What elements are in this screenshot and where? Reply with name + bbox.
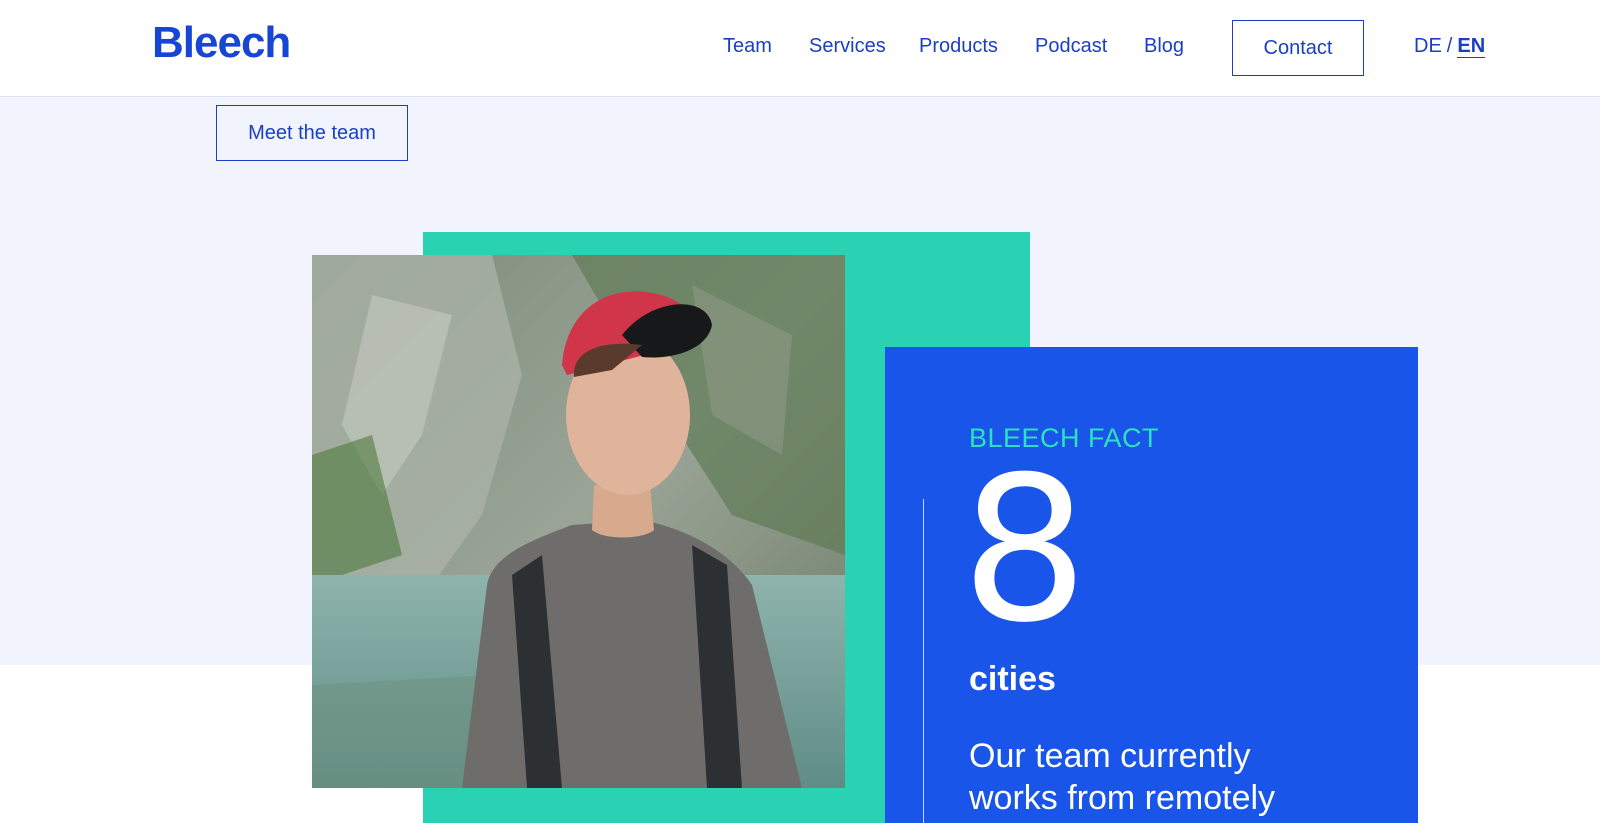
nav-blog[interactable]: Blog xyxy=(1144,35,1184,58)
fact-description: Our team currently works from remotely xyxy=(969,737,1276,817)
lang-separator: / xyxy=(1446,35,1453,57)
team-member-photo xyxy=(312,255,845,788)
lang-en[interactable]: EN xyxy=(1457,35,1486,58)
page: Bleech Team Services Products Podcast Bl… xyxy=(0,0,1600,823)
meet-the-team-button[interactable]: Meet the team xyxy=(216,105,408,161)
fact-card: BLEECH FACT 8 cities Our team currently … xyxy=(885,347,1418,823)
fact-number: 8 xyxy=(961,434,1089,667)
language-switch: DE / EN xyxy=(1414,35,1486,58)
photo-illustration xyxy=(312,255,845,788)
site-header: Bleech Team Services Products Podcast Bl… xyxy=(0,0,1600,97)
lang-de[interactable]: DE xyxy=(1414,35,1442,57)
contact-button[interactable]: Contact xyxy=(1232,20,1364,76)
fact-divider-line xyxy=(923,499,924,823)
nav-podcast[interactable]: Podcast xyxy=(1035,35,1107,58)
fact-unit: cities xyxy=(969,660,1056,698)
nav-team[interactable]: Team xyxy=(723,35,772,58)
nav-products[interactable]: Products xyxy=(919,35,998,58)
nav-services[interactable]: Services xyxy=(809,35,886,58)
